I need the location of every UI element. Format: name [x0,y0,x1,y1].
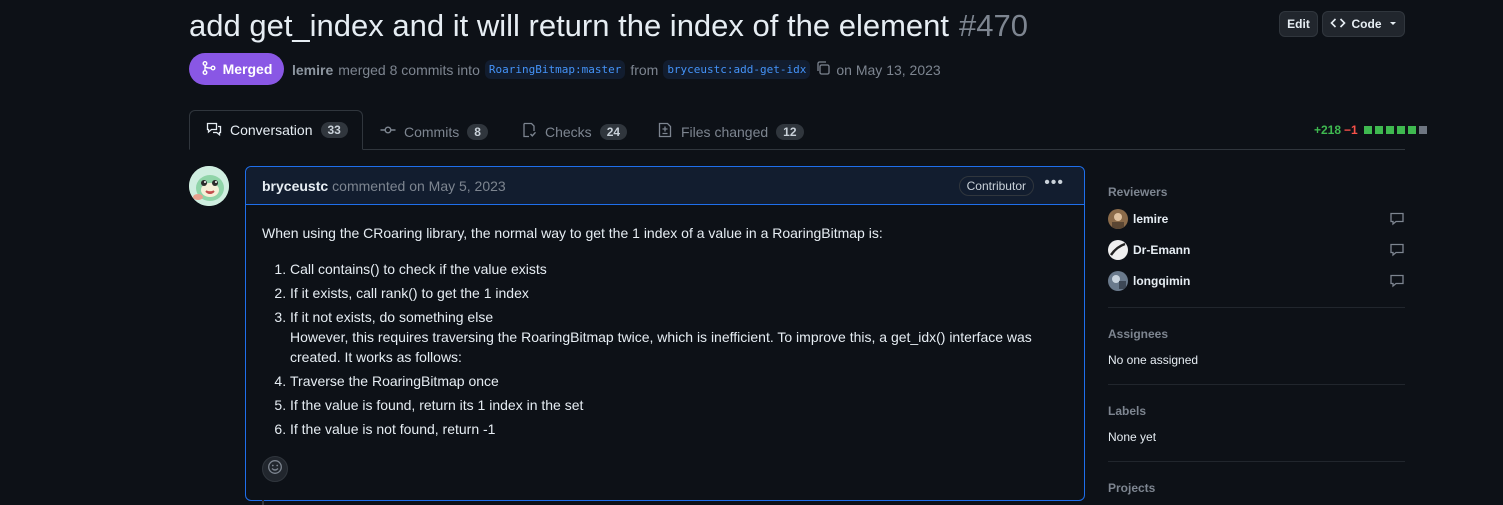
sidebar-divider [1108,461,1405,462]
code-icon [1329,15,1346,34]
comment-icon [1389,273,1405,292]
diffstat-block [1418,126,1427,134]
tab-label: Conversation [230,122,313,138]
merge-date: on May 13, 2023 [836,61,941,78]
tab-label: Files changed [681,123,769,140]
merger-link[interactable]: lemire [292,62,333,78]
comment-card: bryceustc commented on May 5, 2023 Contr… [245,166,1085,501]
list-item: Traverse the RoaringBitmap once [290,371,1068,391]
code-button[interactable]: Code [1322,11,1405,37]
sidebar-divider [1108,307,1405,308]
avatar[interactable] [189,166,229,206]
projects-heading[interactable]: Projects [1108,481,1155,495]
assignees-value: No one assigned [1108,353,1199,367]
assignees-heading[interactable]: Assignees [1108,327,1168,341]
merged-text: merged 8 commits into [338,61,480,78]
merged-status-badge: Merged [189,53,284,85]
reviewer-row[interactable]: Dr-Emann [1108,239,1405,261]
tab-checks[interactable]: Checks 24 [521,113,628,150]
git-merge-icon [201,60,217,79]
avatar [1108,271,1128,291]
list-item-continuation: However, this requires traversing the Ro… [290,329,1032,365]
comment-timestamp[interactable]: commented on May 5, 2023 [332,178,506,194]
tab-label: Commits [404,123,460,140]
head-branch[interactable]: bryceustc:add-get-idx [663,60,811,79]
labels-value: None yet [1108,430,1157,444]
list-item: If it exists, call rank() to get the 1 i… [290,283,1068,303]
tab-counter: 12 [776,123,804,140]
merged-status-label: Merged [222,61,273,77]
diffstat-block [1385,126,1394,134]
diffstat-block [1374,126,1383,134]
tab-conversation[interactable]: Conversation 33 [189,110,363,150]
add-reaction-button[interactable] [262,456,288,482]
diffstat-deletions: −1 [1344,123,1358,137]
list-item: If the value is not found, return -1 [290,419,1068,439]
comment-intro: When using the CRoaring library, the nor… [262,225,883,241]
comment-icon [1389,242,1405,261]
list-item: If the value is found, return its 1 inde… [290,395,1068,415]
base-branch[interactable]: RoaringBitmap:master [484,60,626,79]
reviewer-name: lemire [1133,212,1169,226]
tab-label: Checks [545,123,592,140]
chevron-down-icon [1388,17,1398,31]
conversation-icon [206,121,222,140]
reviewer-row[interactable]: lemire [1108,208,1405,230]
comment-list: Call contains() to check if the value ex… [262,259,1068,439]
from-text: from [630,61,659,78]
checklist-icon [521,122,537,141]
reviewer-name: Dr-Emann [1133,243,1191,257]
file-diff-icon [657,122,673,141]
tab-counter: 33 [320,122,348,138]
comment-body: When using the CRoaring library, the nor… [262,223,1068,443]
smiley-icon [267,459,283,480]
reviewer-row[interactable]: longqimin [1108,270,1405,292]
reviewer-name: longqimin [1133,274,1191,288]
pr-number: #470 [958,8,1028,43]
pr-meta: lemire merged 8 commits into RoaringBitm… [292,60,941,79]
list-item: Call contains() to check if the value ex… [290,259,1068,279]
code-button-label: Code [1351,17,1382,31]
diffstat-additions: +218 [1314,123,1342,137]
timeline-line [262,500,264,505]
reviewers-heading[interactable]: Reviewers [1108,185,1167,199]
tab-files-changed[interactable]: Files changed 12 [657,113,804,150]
list-item: If it not exists, do something else Howev… [290,307,1068,367]
comment-author[interactable]: bryceustc [262,178,328,194]
list-item-text: If it not exists, do something else [290,309,494,325]
pr-title-text: add get_index and it will return the ind… [189,8,949,43]
kebab-menu-icon[interactable]: ••• [1044,174,1064,192]
labels-heading[interactable]: Labels [1108,404,1146,418]
copy-icon[interactable] [815,60,831,79]
diffstat-block [1363,126,1372,134]
avatar [1108,209,1128,229]
commit-icon [380,122,396,141]
contributor-badge: Contributor [958,176,1034,196]
sidebar-divider [1108,384,1405,385]
tab-counter: 8 [467,123,488,140]
avatar [1108,240,1128,260]
diffstat-block [1407,126,1416,134]
diffstat-block [1396,126,1405,134]
diffstat: +218 −1 [1314,123,1427,137]
tab-counter: 24 [599,123,628,140]
tab-commits[interactable]: Commits 8 [380,113,488,150]
comment-icon [1389,211,1405,230]
edit-button[interactable]: Edit [1279,11,1318,37]
comment-header: bryceustc commented on May 5, 2023 Contr… [246,167,1084,205]
pr-title: add get_index and it will return the ind… [189,8,1028,44]
